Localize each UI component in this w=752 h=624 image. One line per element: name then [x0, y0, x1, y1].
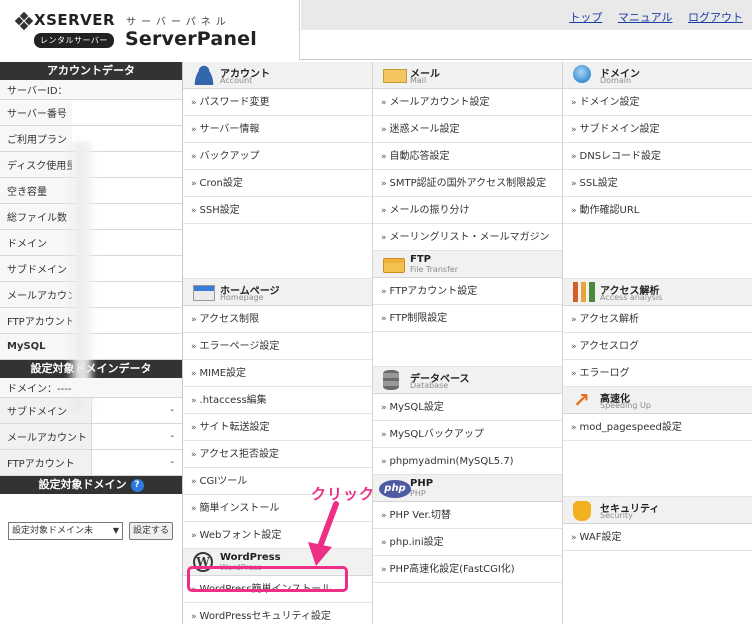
- menu-cron[interactable]: Cron設定: [183, 170, 372, 197]
- menu-phpmyadmin[interactable]: phpmyadmin(MySQL5.7): [373, 448, 562, 475]
- menu-php-version[interactable]: PHP Ver.切替: [373, 502, 562, 529]
- section-database: データベース Database: [373, 367, 562, 394]
- column-middle: メール Mail メールアカウント設定 迷惑メール設定 自動応答設定 SMTP認…: [373, 62, 563, 624]
- section-security: セキュリティ Security: [563, 497, 752, 524]
- section-homepage: ホームページ Homepage: [183, 279, 372, 306]
- logo[interactable]: XSERVER レンタルサーバー サーバーパネル ServerPanel: [0, 0, 300, 60]
- menu-mysql-backup[interactable]: MySQLバックアップ: [373, 421, 562, 448]
- menu-error-page[interactable]: エラーページ設定: [183, 333, 372, 360]
- folder-icon: [383, 258, 405, 273]
- mail-icon: [383, 69, 407, 83]
- menu-mime[interactable]: MIME設定: [183, 360, 372, 387]
- section-mail: メール Mail: [373, 62, 562, 89]
- menu-dns[interactable]: DNSレコード設定: [563, 143, 752, 170]
- php-icon: php: [379, 480, 411, 498]
- set-domain-button[interactable]: 設定する: [129, 522, 174, 540]
- section-account: アカウント Account: [183, 62, 372, 89]
- panel-title: ServerPanel: [125, 28, 257, 50]
- domain-select[interactable]: 設定対象ドメイン未 ▼: [8, 522, 123, 540]
- top-links: トップ マニュアル ログアウト: [557, 9, 743, 25]
- menu-waf[interactable]: WAF設定: [563, 524, 752, 551]
- menu-php-fastcgi[interactable]: PHP高速化設定(FastCGI化): [373, 556, 562, 583]
- header: XSERVER レンタルサーバー サーバーパネル ServerPanel トップ…: [0, 0, 752, 60]
- account-row: サーバー番号: [0, 100, 182, 126]
- menu-password-change[interactable]: パスワード変更: [183, 89, 372, 116]
- menu-htaccess[interactable]: .htaccess編集: [183, 387, 372, 414]
- database-icon: [383, 370, 399, 390]
- blank-cell: [373, 332, 562, 367]
- menu-smtp-restrict[interactable]: SMTP認証の国外アクセス制限設定: [373, 170, 562, 197]
- menu-spam[interactable]: 迷惑メール設定: [373, 116, 562, 143]
- account-data-title: アカウントデータ: [0, 62, 182, 80]
- menu-mailing-list[interactable]: メーリングリスト・メールマガジン: [373, 224, 562, 251]
- column-right: ドメイン Domain ドメイン設定 サブドメイン設定 DNSレコード設定 SS…: [563, 62, 752, 624]
- section-access-analysis: アクセス解析 Access analysis: [563, 279, 752, 306]
- blank-cell: [563, 224, 752, 279]
- globe-icon: [573, 65, 591, 83]
- section-php: php PHP PHP: [373, 475, 562, 502]
- menu-mail-filter[interactable]: メールの振り分け: [373, 197, 562, 224]
- main-menu: アカウント Account パスワード変更 サーバー情報 バックアップ Cron…: [182, 62, 752, 624]
- menu-ssh[interactable]: SSH設定: [183, 197, 372, 224]
- lock-icon: [573, 501, 591, 521]
- account-icon: [193, 65, 215, 85]
- xserver-diamond-icon: [14, 11, 34, 31]
- menu-access-limit[interactable]: アクセス制限: [183, 306, 372, 333]
- domain-select-area: 設定対象ドメイン未 ▼ 設定する: [0, 494, 182, 540]
- menu-subdomain[interactable]: サブドメイン設定: [563, 116, 752, 143]
- link-manual[interactable]: マニュアル: [618, 11, 673, 24]
- menu-php-ini[interactable]: php.ini設定: [373, 529, 562, 556]
- section-domain: ドメイン Domain: [563, 62, 752, 89]
- link-top[interactable]: トップ: [569, 11, 602, 24]
- menu-ftp-account[interactable]: FTPアカウント設定: [373, 278, 562, 305]
- account-row-server-id: サーバーID：: [0, 80, 182, 100]
- target-domain-title: 設定対象ドメイン?: [0, 476, 182, 494]
- menu-error-log[interactable]: エラーログ: [563, 360, 752, 387]
- menu-access-deny[interactable]: アクセス拒否設定: [183, 441, 372, 468]
- menu-server-info[interactable]: サーバー情報: [183, 116, 372, 143]
- speed-arrow-icon: ↗: [573, 388, 590, 412]
- sidebar: アカウントデータ サーバーID： サーバー番号 ご利用プラン ディスク使用量 空…: [0, 62, 182, 624]
- menu-ftp-limit[interactable]: FTP制限設定: [373, 305, 562, 332]
- menu-mysql[interactable]: MySQL設定: [373, 394, 562, 421]
- menu-ssl[interactable]: SSL設定: [563, 170, 752, 197]
- menu-access-log[interactable]: アクセスログ: [563, 333, 752, 360]
- domain-label-row: ドメイン：----: [0, 378, 182, 398]
- menu-mail-account[interactable]: メールアカウント設定: [373, 89, 562, 116]
- section-ftp: FTP File Transfer: [373, 251, 562, 278]
- domain-row: メールアカウント -: [0, 424, 182, 450]
- link-logout[interactable]: ログアウト: [688, 11, 743, 24]
- blank-cell: [563, 441, 752, 497]
- dropdown-arrow-icon: ▼: [112, 526, 119, 535]
- chart-icon: [573, 282, 595, 302]
- homepage-icon: [193, 285, 215, 301]
- menu-access-analysis[interactable]: アクセス解析: [563, 306, 752, 333]
- section-speed: ↗ 高速化 Speeding Up: [563, 387, 752, 414]
- annotation-arrow-icon: [308, 501, 339, 566]
- menu-backup[interactable]: バックアップ: [183, 143, 372, 170]
- help-icon[interactable]: ?: [130, 478, 144, 492]
- blank-cell: [183, 224, 372, 279]
- brand-name: XSERVER: [34, 11, 116, 29]
- menu-site-redirect[interactable]: サイト転送設定: [183, 414, 372, 441]
- brand-badge: レンタルサーバー: [34, 33, 114, 48]
- panel-kana: サーバーパネル: [126, 17, 231, 28]
- menu-domain-setting[interactable]: ドメイン設定: [563, 89, 752, 116]
- menu-pagespeed[interactable]: mod_pagespeed設定: [563, 414, 752, 441]
- menu-check-url[interactable]: 動作確認URL: [563, 197, 752, 224]
- redacted-blur: [66, 142, 96, 412]
- domain-row: FTPアカウント -: [0, 450, 182, 476]
- menu-auto-reply[interactable]: 自動応答設定: [373, 143, 562, 170]
- menu-wordpress-security[interactable]: WordPressセキュリティ設定: [183, 603, 372, 624]
